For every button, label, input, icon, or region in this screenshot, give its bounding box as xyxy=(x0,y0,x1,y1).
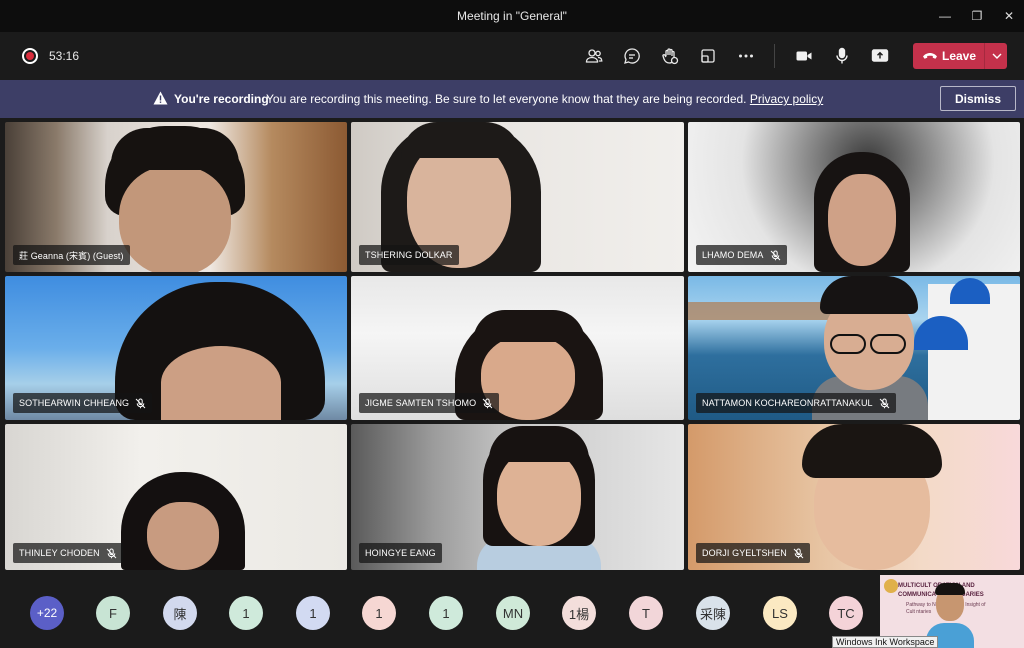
participant-name: JIGME SAMTEN TSHOMO xyxy=(365,398,477,408)
participant-name: TSHERING DOLKAR xyxy=(365,250,453,260)
video-tile[interactable]: SOTHEARWIN CHHEANG xyxy=(5,276,347,420)
participant-name-tag: LHAMO DEMA xyxy=(696,245,787,265)
participant-avatar[interactable]: 1 xyxy=(429,596,463,630)
mic-off-icon xyxy=(879,398,890,409)
participant-avatar[interactable]: LS xyxy=(763,596,797,630)
people-icon[interactable] xyxy=(580,44,608,68)
participant-name-tag: HOINGYE EANG xyxy=(359,543,442,563)
share-screen-icon[interactable] xyxy=(866,44,894,68)
mic-icon[interactable] xyxy=(828,44,856,68)
buildings-decoration xyxy=(928,284,1020,420)
maximize-button[interactable]: ❐ xyxy=(960,0,994,32)
privacy-policy-link[interactable]: Privacy policy xyxy=(750,92,823,106)
participant-name-tag: DORJI GYELTSHEN xyxy=(696,543,810,563)
hang-up-icon xyxy=(922,50,938,62)
leave-button[interactable]: Leave xyxy=(913,43,1007,69)
video-tile[interactable]: NATTAMON KOCHAREONRATTANAKUL xyxy=(688,276,1020,420)
raise-hand-icon[interactable] xyxy=(656,44,684,68)
participant-avatar[interactable]: 1 xyxy=(296,596,330,630)
leave-label: Leave xyxy=(942,49,977,63)
participant-avatar[interactable]: MN xyxy=(496,596,530,630)
participant-avatar[interactable]: 1 xyxy=(362,596,396,630)
logo-icon xyxy=(884,579,898,593)
meeting-timer: 53:16 xyxy=(49,49,80,63)
participant-avatar[interactable]: TC xyxy=(829,596,863,630)
video-grid: 莊 Geanna (宋賓) (Guest) TSHERING DOLKAR LH… xyxy=(0,118,1024,574)
video-tile[interactable]: LHAMO DEMA xyxy=(688,122,1020,272)
windows-ink-tooltip: Windows Ink Workspace xyxy=(832,636,939,648)
title-bar: Meeting in "General" — ❐ ✕ xyxy=(0,0,1024,32)
participant-name: THINLEY CHODEN xyxy=(19,548,100,558)
camera-icon[interactable] xyxy=(790,44,818,68)
participant-name: LHAMO DEMA xyxy=(702,250,764,260)
participant-avatar[interactable]: T xyxy=(629,596,663,630)
participant-name-tag: SOTHEARWIN CHHEANG xyxy=(13,393,153,413)
participant-name-tag: TSHERING DOLKAR xyxy=(359,245,459,265)
video-tile[interactable]: DORJI GYELTSHEN xyxy=(688,424,1020,570)
video-tile[interactable]: THINLEY CHODEN xyxy=(5,424,347,570)
warning-icon xyxy=(153,91,168,105)
slide-subtitle-line: Cult ntaries xyxy=(906,609,932,615)
toolbar-divider xyxy=(774,44,775,68)
more-participants-avatar[interactable]: +22 xyxy=(30,596,64,630)
banner-text: You are recording this meeting. Be sure … xyxy=(266,92,747,106)
mic-off-icon xyxy=(793,548,804,559)
chevron-down-icon[interactable] xyxy=(990,49,1004,63)
video-tile[interactable]: 莊 Geanna (宋賓) (Guest) xyxy=(5,122,347,272)
minimize-button[interactable]: — xyxy=(928,0,962,32)
mic-off-icon xyxy=(135,398,146,409)
participant-name: SOTHEARWIN CHHEANG xyxy=(19,398,130,408)
meeting-toolbar: 53:16 Leave xyxy=(0,32,1024,80)
breakout-rooms-icon[interactable] xyxy=(694,44,722,68)
video-tile[interactable]: JIGME SAMTEN TSHOMO xyxy=(351,276,684,420)
participant-name: HOINGYE EANG xyxy=(365,548,436,558)
banner-message: You are recording this meeting. Be sure … xyxy=(266,92,823,106)
participant-avatar[interactable]: 陳 xyxy=(163,596,197,630)
dismiss-button[interactable]: Dismiss xyxy=(940,86,1016,111)
participant-name-tag: 莊 Geanna (宋賓) (Guest) xyxy=(13,245,130,265)
mic-off-icon xyxy=(482,398,493,409)
mic-off-icon xyxy=(106,548,117,559)
recording-icon xyxy=(22,48,38,64)
participant-name-tag: JIGME SAMTEN TSHOMO xyxy=(359,393,500,413)
more-icon[interactable] xyxy=(732,44,760,68)
video-tile[interactable]: TSHERING DOLKAR xyxy=(351,122,684,272)
leave-divider xyxy=(984,43,985,69)
participant-avatar[interactable]: 1楊 xyxy=(562,596,596,630)
participant-name: 莊 Geanna (宋賓) (Guest) xyxy=(19,250,124,261)
video-tile[interactable]: HOINGYE EANG xyxy=(351,424,684,570)
participant-name-tag: THINLEY CHODEN xyxy=(13,543,123,563)
participant-avatar[interactable]: 1 xyxy=(229,596,263,630)
banner-title: You're recording xyxy=(174,92,269,106)
participant-name: NATTAMON KOCHAREONRATTANAKUL xyxy=(702,398,873,408)
recording-banner: You're recording You are recording this … xyxy=(0,80,1024,118)
participant-avatar[interactable]: F xyxy=(96,596,130,630)
participant-name-tag: NATTAMON KOCHAREONRATTANAKUL xyxy=(696,393,896,413)
close-button[interactable]: ✕ xyxy=(992,0,1024,32)
window-title: Meeting in "General" xyxy=(457,9,567,23)
participant-avatar[interactable]: 采陳 xyxy=(696,596,730,630)
chat-icon[interactable] xyxy=(618,44,646,68)
participant-name: DORJI GYELTSHEN xyxy=(702,548,787,558)
mic-off-icon xyxy=(770,250,781,261)
